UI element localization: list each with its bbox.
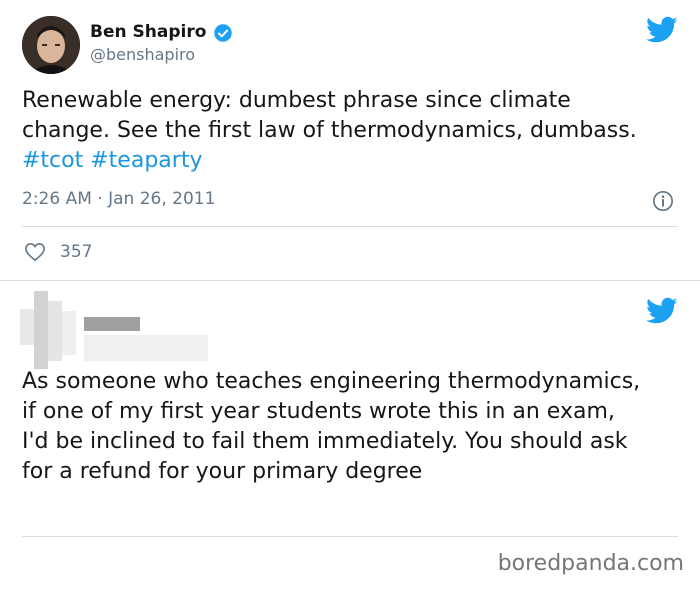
tweet-timestamp[interactable]: 2:26 AM · Jan 26, 2011 [22,189,215,209]
avatar[interactable] [22,16,80,74]
watermark: boredpanda.com [497,551,684,576]
tweet-card-reply: As someone who teaches engineering therm… [0,281,700,537]
twitter-bird-icon[interactable] [646,16,678,44]
hashtag-teaparty[interactable]: #teaparty [90,148,202,173]
tweet-text: Renewable energy: dumbest phrase since c… [22,86,662,176]
tweet-text-body: Renewable energy: dumbest phrase since c… [22,88,637,143]
divider [22,536,678,537]
author-name[interactable]: Ben Shapiro [90,22,206,42]
like-count: 357 [60,242,93,262]
tweet-card-shapiro: Ben Shapiro @benshapiro Renewable energy… [0,0,700,281]
tweet-text: As someone who teaches engineering therm… [22,369,641,484]
author-handle[interactable]: @benshapiro [90,45,195,64]
verified-badge-icon [214,24,232,42]
divider [22,226,678,227]
heart-icon[interactable] [24,242,46,262]
twitter-bird-icon[interactable] [646,297,678,325]
hashtag-tcot[interactable]: #tcot [22,148,83,173]
info-icon[interactable] [652,190,674,212]
